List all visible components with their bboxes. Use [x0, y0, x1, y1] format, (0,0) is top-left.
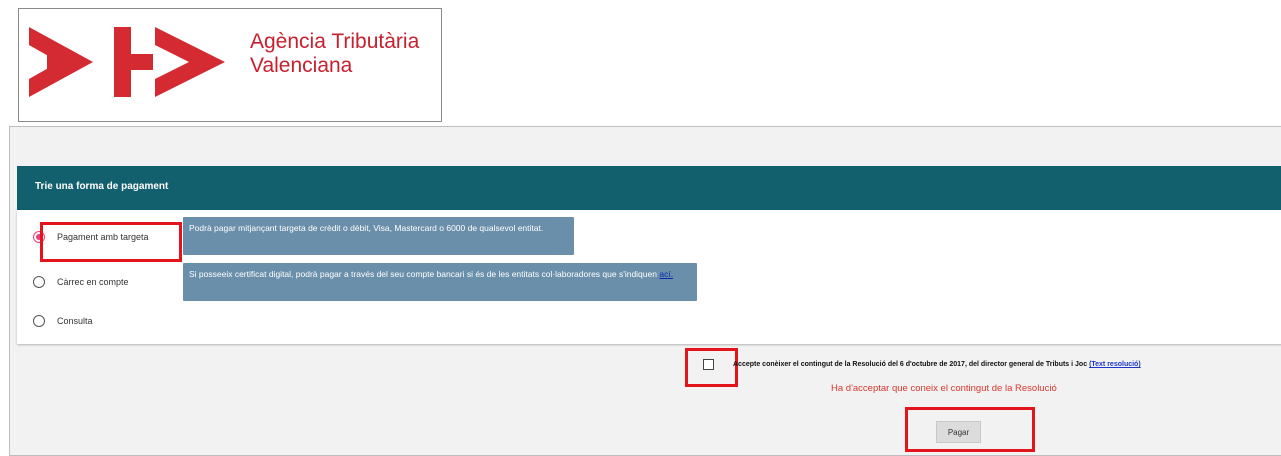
brand-name-line1: Agència Tributària — [250, 30, 420, 53]
radio-account-charge[interactable] — [33, 276, 45, 288]
accept-resolution-text: Accepte conèixer el contingut de la Reso… — [733, 361, 1141, 368]
highlight-checkbox — [685, 348, 738, 387]
brand-name: Agència Tributària Valenciana — [250, 30, 419, 78]
tooltip-account-charge-text: Si posseeix certificat digital, podrà pa… — [189, 269, 657, 279]
accept-resolution-label: Accepte conèixer el contingut de la Reso… — [733, 361, 1088, 368]
payment-section-header: Trie una forma de pagament — [17, 166, 1281, 210]
accept-error-message: Ha d'acceptar que coneix el contingut de… — [831, 383, 1057, 394]
option-account-charge-label: Càrrec en compte — [57, 277, 129, 287]
payment-section-title: Trie una forma de pagament — [35, 181, 169, 192]
logo-box: Agència Tributària Valenciana — [18, 8, 442, 122]
tooltip-card-payment: Podrà pagar mitjançant targeta de crèdit… — [183, 217, 574, 255]
tooltip-account-charge: Si posseeix certificat digital, podrà pa… — [183, 263, 697, 301]
option-consulta-label: Consulta — [57, 316, 93, 326]
brand-name-line2: Valenciana — [250, 54, 353, 77]
highlight-pay-button — [905, 407, 1035, 452]
tooltip-card-payment-text: Podrà pagar mitjançant targeta de crèdit… — [189, 223, 544, 233]
bank-list-link[interactable]: ací. — [659, 269, 673, 279]
radio-consulta[interactable] — [33, 315, 45, 327]
atv-logo-mark — [29, 27, 225, 97]
resolution-text-link[interactable]: (Text resolució) — [1089, 361, 1141, 368]
highlight-card-payment — [40, 222, 182, 262]
